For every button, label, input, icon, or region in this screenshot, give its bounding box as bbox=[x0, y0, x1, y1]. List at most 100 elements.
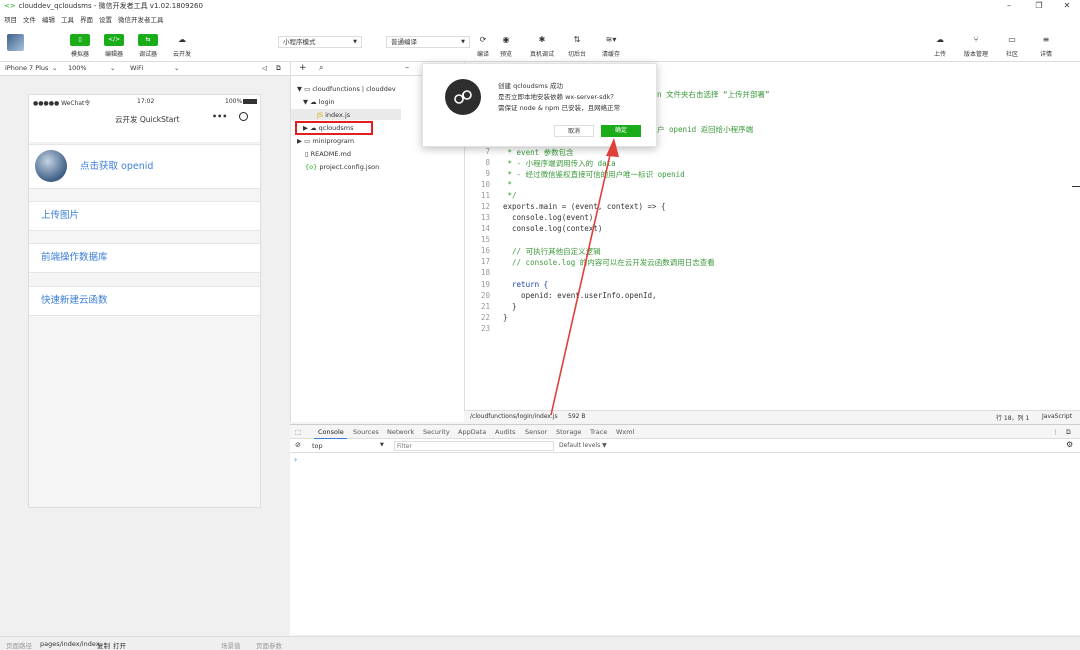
menu-project[interactable]: 项目 bbox=[4, 14, 17, 24]
line-number: 13 bbox=[480, 213, 490, 222]
log-levels-select[interactable]: Default levels ▼ bbox=[559, 442, 607, 449]
chevron-down-icon[interactable]: ⌄ bbox=[174, 64, 179, 72]
tab-audits[interactable]: Audits bbox=[495, 428, 515, 436]
menu-bar: 项目 文件 编辑 工具 界面 设置 微信开发者工具 bbox=[0, 12, 1080, 26]
tab-security[interactable]: Security bbox=[423, 428, 450, 436]
close-button[interactable]: ✕ bbox=[1052, 0, 1080, 12]
status-language[interactable]: JavaScript bbox=[1042, 413, 1072, 420]
tab-console[interactable]: Console bbox=[318, 428, 344, 436]
minimize-button[interactable]: – bbox=[994, 0, 1024, 12]
menu-tools[interactable]: 工具 bbox=[61, 14, 74, 24]
upload-icon: ☁ bbox=[936, 35, 944, 44]
tab-sensor[interactable]: Sensor bbox=[525, 428, 547, 436]
community-button[interactable]: ▭ 社区 bbox=[998, 34, 1026, 58]
maximize-button[interactable]: ❐ bbox=[1024, 0, 1054, 12]
collapse-icon[interactable]: – bbox=[405, 63, 409, 72]
network-select[interactable]: WiFi bbox=[130, 64, 143, 72]
inspect-icon[interactable]: ⬚ bbox=[295, 428, 301, 436]
menu-edit[interactable]: 编辑 bbox=[42, 14, 55, 24]
device-select[interactable]: iPhone 7 Plus bbox=[5, 64, 48, 72]
get-openid-item[interactable]: 点击获取 openid bbox=[29, 144, 260, 189]
more-icon[interactable]: ••• bbox=[212, 112, 227, 121]
popout-icon[interactable]: ⧉ bbox=[276, 64, 281, 73]
cloud-dev-button[interactable]: ☁ 云开发 bbox=[168, 34, 196, 58]
status-cursor-position[interactable]: 行 18，列 1 bbox=[996, 413, 1029, 422]
console-filter-input[interactable] bbox=[394, 441, 554, 451]
console-prompt: › bbox=[294, 455, 298, 464]
tree-item-label: project.config.json bbox=[319, 163, 380, 171]
background-label: 切后台 bbox=[567, 51, 586, 58]
code-line: n 文件夹右击选择 “上传并部署” bbox=[657, 89, 770, 100]
chevron-down-icon[interactable]: ⌄ bbox=[52, 64, 57, 72]
popout-icon[interactable]: ⧉ bbox=[1066, 428, 1071, 437]
line-number: 18 bbox=[480, 268, 490, 277]
tree-item-project-config[interactable]: {o} project.config.json bbox=[305, 163, 379, 171]
line-number: 22 bbox=[480, 313, 490, 322]
tab-network[interactable]: Network bbox=[387, 428, 414, 436]
dialog-message-title: 创建 qcloudsms 成功 bbox=[498, 82, 563, 90]
tree-item-label: cloudfunctions | clouddev bbox=[312, 85, 396, 93]
new-cloud-function-item[interactable]: 快速新建云函数 bbox=[29, 286, 260, 316]
db-operation-item[interactable]: 前端操作数据库 bbox=[29, 243, 260, 273]
avatar bbox=[35, 150, 67, 182]
mode-select[interactable]: 小程序模式 ▼ bbox=[278, 36, 362, 48]
search-icon[interactable]: ⌕ bbox=[319, 63, 323, 73]
eye-icon: ◉ bbox=[502, 35, 510, 44]
tab-trace[interactable]: Trace bbox=[590, 428, 607, 436]
copy-path-link[interactable]: 复制 bbox=[97, 640, 110, 650]
tree-item-readme[interactable]: ▯ README.md bbox=[305, 150, 351, 158]
simulator-toggle-button[interactable]: ▯ 模拟器 bbox=[66, 34, 94, 58]
debugger-label: 调试器 bbox=[138, 51, 157, 58]
upload-button[interactable]: ☁ 上传 bbox=[926, 34, 954, 58]
tab-storage[interactable]: Storage bbox=[556, 428, 581, 436]
open-path-link[interactable]: 打开 bbox=[113, 640, 126, 650]
upload-image-item[interactable]: 上传图片 bbox=[29, 201, 260, 231]
clear-console-icon[interactable]: ⊘ bbox=[295, 441, 301, 449]
avatar[interactable] bbox=[7, 34, 24, 51]
miniprogram-logo-svg bbox=[454, 90, 472, 104]
cancel-button[interactable]: 取消 bbox=[554, 125, 594, 137]
background-button[interactable]: ⇅ 切后台 bbox=[563, 34, 591, 58]
clear-cache-button[interactable]: ≋▾ 清缓存 bbox=[597, 34, 625, 58]
volume-icon[interactable]: ◁ bbox=[262, 64, 267, 72]
line-number: 17 bbox=[480, 257, 490, 266]
app-logo-icon: <> bbox=[4, 2, 16, 10]
editor-toggle-button[interactable]: </> 编辑器 bbox=[100, 34, 128, 58]
tab-appdata[interactable]: AppData bbox=[458, 428, 486, 436]
zoom-select[interactable]: 100% bbox=[68, 64, 87, 72]
menu-devtools[interactable]: 微信开发者工具 bbox=[118, 14, 164, 24]
compile-select-value: 普通编译 bbox=[391, 38, 417, 46]
details-label: 详情 bbox=[1039, 51, 1052, 58]
debugger-toggle-button[interactable]: ⇆ 调试器 bbox=[134, 34, 162, 58]
chevron-down-icon[interactable]: ▼ bbox=[380, 442, 384, 448]
close-miniprogram-icon[interactable] bbox=[239, 112, 248, 121]
code-text: n 文件夹右击选择 “上传并部署” bbox=[657, 90, 770, 99]
remote-debug-button[interactable]: ✱ 真机调试 bbox=[528, 34, 556, 58]
chevron-down-icon[interactable]: ⌄ bbox=[110, 64, 115, 72]
console-output[interactable]: › bbox=[290, 453, 1080, 635]
tree-item-index-js[interactable]: JS index.js bbox=[317, 111, 350, 119]
more-options-icon[interactable]: ⋮ bbox=[1052, 428, 1059, 436]
compile-select[interactable]: 普通编译 ▼ bbox=[386, 36, 470, 48]
menu-view[interactable]: 界面 bbox=[80, 14, 93, 24]
dialog-message-note: 需保证 node & npm 已安装，且网络正常 bbox=[498, 104, 621, 112]
version-button[interactable]: ⑂ 版本管理 bbox=[962, 34, 990, 58]
context-select[interactable]: top bbox=[312, 442, 323, 450]
page-params-label[interactable]: 页面参数 bbox=[256, 640, 282, 650]
add-file-icon[interactable]: + bbox=[299, 63, 307, 73]
battery-level: 100% bbox=[225, 98, 243, 105]
confirm-button[interactable]: 确定 bbox=[601, 125, 641, 137]
scene-label[interactable]: 场景值 bbox=[221, 640, 241, 650]
tab-wxml[interactable]: Wxml bbox=[616, 428, 634, 436]
details-button[interactable]: ≡ 详情 bbox=[1032, 34, 1060, 58]
preview-button[interactable]: ◉ 预览 bbox=[492, 34, 520, 58]
compile-label: 编译 bbox=[476, 51, 489, 58]
menu-file[interactable]: 文件 bbox=[23, 14, 36, 24]
gear-icon[interactable]: ⚙ bbox=[1066, 440, 1073, 449]
menu-settings[interactable]: 设置 bbox=[99, 14, 112, 24]
tree-item-login[interactable]: ▼ ☁ login bbox=[303, 98, 335, 106]
editor-label: 编辑器 bbox=[104, 51, 123, 58]
tab-sources[interactable]: Sources bbox=[353, 428, 379, 436]
tree-item-cloudfunctions[interactable]: ▼ ▭ cloudfunctions | clouddev bbox=[297, 85, 396, 93]
tree-item-miniprogram[interactable]: ▶ ▭ miniprogram bbox=[297, 137, 354, 145]
